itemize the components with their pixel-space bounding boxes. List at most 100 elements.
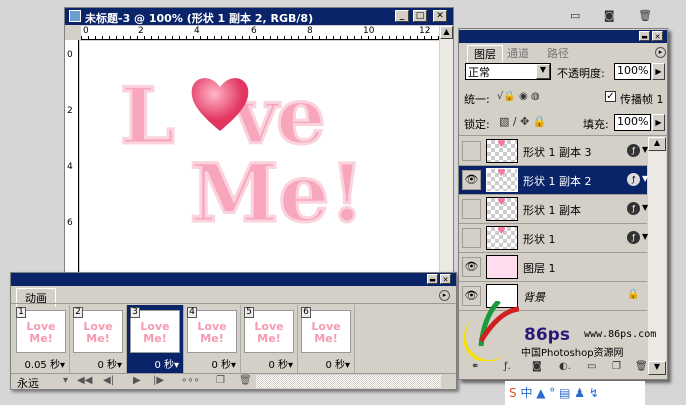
visibility-toggle[interactable] (462, 141, 481, 161)
trash-icon[interactable]: 🗑 (638, 9, 652, 22)
next-frame-icon[interactable]: |▶ (153, 375, 164, 386)
frame-number: 2 (73, 307, 83, 318)
layer-row[interactable]: ♥ 形状 1 副本 3 ƒ ▼ (459, 137, 648, 166)
layers-toolbar: ⚭ ƒ. ◙ ◐. ▭ ❐ 🗑 (459, 359, 649, 377)
layer-name: 形状 1 副本 2 (523, 175, 592, 188)
scroll-down-button[interactable]: ▼ (648, 361, 666, 375)
unify-icons[interactable]: √🔒 ◉ ◍ (497, 91, 540, 102)
animation-frame[interactable]: Love Me! 6 0 秒▾ (298, 305, 355, 373)
tween-icon[interactable]: ∘∘∘ (181, 375, 200, 386)
ruler-horizontal: 0 2 4 6 8 10 12 (81, 26, 439, 40)
ruler-tick-label: 10 (363, 26, 375, 36)
ruler-tick-label: 8 (307, 26, 313, 36)
visibility-toggle[interactable] (462, 228, 481, 248)
frame-delay-dropdown[interactable]: 0 秒▾ (325, 356, 350, 371)
adjustment-layer-icon[interactable]: ◐. (559, 361, 571, 372)
scroll-up-button[interactable]: ▲ (648, 137, 666, 151)
window-icon[interactable]: ▭ (570, 9, 580, 22)
eye-icon[interactable]: 👁 (462, 170, 481, 190)
86ps-logo (459, 299, 520, 363)
ruler-tick-label: 2 (67, 106, 73, 116)
camera-icon[interactable]: ◙ (604, 9, 615, 22)
layer-effects-icon[interactable]: ƒ (627, 144, 640, 157)
ruler-tick-label: 4 (67, 162, 73, 172)
vertical-scrollbar[interactable]: ▲ (440, 26, 453, 274)
canvas[interactable]: Lve Me! (80, 41, 439, 273)
frame-delay-dropdown[interactable]: 0 秒▾ (268, 356, 293, 371)
minimize-button[interactable]: _ (395, 10, 409, 22)
animation-panel-titlebar[interactable]: ▬ ✕ (11, 273, 456, 286)
link-icon[interactable]: ⚭ (471, 361, 479, 372)
layer-effects-icon[interactable]: ƒ (627, 231, 640, 244)
watermark-brand: 86ps (524, 325, 570, 345)
propagate-checkbox[interactable]: ✓ (605, 91, 616, 102)
frame-delay-dropdown[interactable]: 0 秒▾ (211, 356, 236, 371)
delete-frame-icon[interactable]: 🗑 (239, 375, 252, 386)
animation-frame[interactable]: Love Me! 4 0 秒▾ (184, 305, 241, 373)
scroll-up-button[interactable]: ▲ (440, 26, 453, 39)
tab-paths[interactable]: 路径 (547, 45, 569, 61)
duplicate-frame-icon[interactable]: ❐ (216, 375, 225, 386)
layers-panel-titlebar[interactable]: ▬ ✕ (459, 30, 667, 43)
fill-slider-button[interactable]: ▶ (652, 114, 665, 131)
panel-close-button[interactable]: ✕ (652, 31, 663, 41)
loop-dropdown[interactable]: 永远 (17, 375, 39, 391)
ime-toolbar[interactable]: S 中 ▲ ° ▤ ♟ ↯ (505, 381, 645, 405)
animation-frame[interactable]: Love Me! 1 0.05 秒▾ (13, 305, 70, 373)
animation-panel: ▬ ✕ 动画 ▸ Love Me! 1 0.05 秒▾ Love Me! 2 0 秒▾ … (10, 272, 457, 390)
watermark-url: www.86ps.com (584, 329, 657, 340)
ruler-tick-label: 0 (67, 50, 73, 60)
frame-number: 4 (187, 307, 197, 318)
play-icon[interactable]: ▶ (133, 375, 141, 386)
layer-row[interactable]: ♥ 形状 1 ƒ ▼ (459, 224, 648, 253)
loop-dropdown-arrow-icon[interactable]: ▾ (63, 375, 68, 386)
ruler-tick-label: 0 (83, 26, 89, 36)
first-frame-icon[interactable]: ◀◀ (77, 375, 92, 386)
mask-icon[interactable]: ◙ (532, 361, 542, 372)
new-group-icon[interactable]: ▭ (587, 361, 596, 372)
blend-mode-select[interactable]: 正常 ▼ (465, 63, 551, 80)
animation-frame[interactable]: Love Me! 5 0 秒▾ (241, 305, 298, 373)
photoshop-doc-icon (69, 10, 81, 22)
panel-close-button[interactable]: ✕ (440, 274, 451, 284)
frame-number: 3 (130, 307, 140, 318)
ime-logo-icon: S (509, 386, 517, 400)
layer-effects-icon[interactable]: ƒ (627, 202, 640, 215)
tab-channels[interactable]: 通道 (507, 45, 529, 61)
document-window: 未标题-3 @ 100% (形状 1 副本 2, RGB/8) _ □ ✕ 0 … (64, 7, 454, 274)
previous-frame-icon[interactable]: ◀| (103, 375, 114, 386)
layer-style-icon[interactable]: ƒ. (504, 361, 511, 372)
frame-delay-dropdown[interactable]: 0.05 秒▾ (25, 356, 65, 371)
fill-input[interactable]: 100% (614, 114, 651, 131)
layer-name: 图层 1 (523, 262, 556, 275)
panel-minimize-button[interactable]: ▬ (427, 274, 438, 284)
opacity-slider-button[interactable]: ▶ (652, 63, 665, 80)
layer-name: 背景 (523, 291, 545, 304)
document-titlebar[interactable]: 未标题-3 @ 100% (形状 1 副本 2, RGB/8) _ □ ✕ (65, 8, 453, 25)
layers-panel: ▬ ✕ 图层 通道 路径 ▸ 正常 ▼ 不透明度: 100% ▶ 统一: √🔒 ◉… (458, 28, 668, 380)
panel-minimize-button[interactable]: ▬ (639, 31, 650, 41)
layer-row[interactable]: ♥ 形状 1 副本 ƒ ▼ (459, 195, 648, 224)
animation-frame-selected[interactable]: Love Me! 3 0 秒▾ (127, 305, 184, 373)
frame-delay-dropdown[interactable]: 0 秒▾ (97, 356, 122, 371)
layer-row-selected[interactable]: 👁 ♥ 形状 1 副本 2 ƒ ▼ (459, 166, 648, 195)
layer-name: 形状 1 副本 3 (523, 146, 592, 159)
tab-layers[interactable]: 图层 (467, 45, 503, 62)
new-layer-icon[interactable]: ❐ (612, 361, 621, 372)
opacity-input[interactable]: 100% (614, 63, 651, 80)
close-button[interactable]: ✕ (433, 10, 447, 22)
panel-menu-icon[interactable]: ▸ (439, 290, 450, 301)
maximize-button[interactable]: □ (413, 10, 427, 22)
eye-icon[interactable]: 👁 (462, 257, 481, 277)
visibility-toggle[interactable] (462, 199, 481, 219)
frame-delay-dropdown[interactable]: 0 秒▾ (154, 356, 179, 371)
layer-thumbnail: ♥ (486, 139, 518, 163)
delete-layer-icon[interactable]: 🗑 (635, 361, 648, 372)
horizontal-scrollbar[interactable] (256, 375, 441, 388)
lock-icons[interactable]: ▧ ∕ ✥ 🔒 (499, 115, 547, 128)
ruler-tick-label: 6 (67, 218, 73, 228)
layer-row[interactable]: 👁 图层 1 (459, 253, 647, 282)
animation-frame[interactable]: Love Me! 2 0 秒▾ (70, 305, 127, 373)
layer-effects-icon[interactable]: ƒ (627, 173, 640, 186)
panel-menu-icon[interactable]: ▸ (655, 47, 666, 58)
